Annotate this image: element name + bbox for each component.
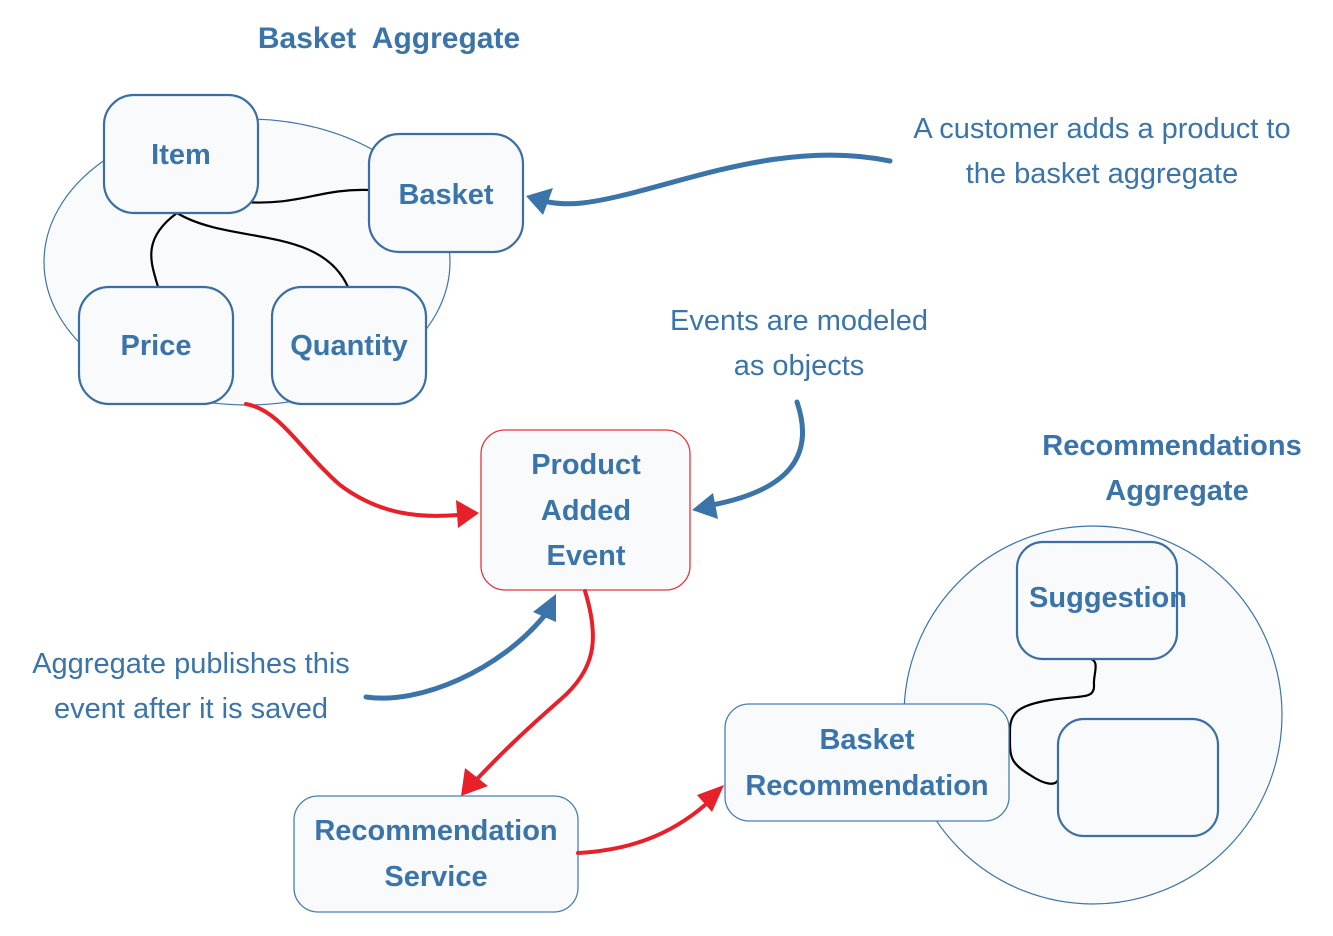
annotation-customer-adds-line1: A customer adds a product to [913,113,1290,145]
annotation-aggregate-publishes-line1: Aggregate publishes this [32,648,350,680]
node-basket-recommendation[interactable]: Basket Recommendation [724,703,1010,822]
node-quantity-label: Quantity [290,330,408,362]
node-event-line1: Product [531,449,641,481]
node-event-line3: Event [547,540,626,572]
node-suggestion[interactable]: Suggestion [1015,540,1187,661]
recommendations-aggregate-title-line1: Recommendations [1042,430,1301,462]
flow-service-to-basket-recommendation [576,803,707,855]
annotation-aggregate-publishes-line2: event after it is saved [54,693,328,725]
annotation-events-modeled-line2: as objects [734,350,865,382]
arrowhead-events-to-event [692,493,718,519]
flow-basket-to-event [244,402,460,518]
node-basket-recommendation-line2: Recommendation [745,770,988,802]
arrow-events-to-event [709,399,806,508]
basket-aggregate-title: Basket Aggregate [258,22,520,55]
arrow-publishes-to-event [363,612,548,701]
node-basket[interactable]: Basket [367,132,525,254]
node-price-label: Price [121,330,192,362]
node-basket-recommendation-line1: Basket [819,724,914,756]
node-recommendation-service[interactable]: Recommendation Service [293,795,579,913]
flowhead-basket-to-event [456,500,479,528]
node-quantity[interactable]: Quantity [270,285,428,406]
node-product-added-event[interactable]: Product Added Event [480,429,691,591]
node-basket-label: Basket [398,179,493,211]
node-service-line1: Recommendation [314,815,557,847]
flow-event-to-service [476,589,595,780]
node-basket-recommendation-box[interactable] [724,703,1010,822]
recommendations-aggregate-title-line2: Aggregate [1105,475,1248,507]
node-event-line2: Added [541,495,631,527]
ddd-diagram: Basket Aggregate Item Basket Price Quant… [32,22,1302,913]
node-unnamed-box[interactable] [1056,717,1220,838]
node-service-line2: Service [384,861,487,893]
annotation-customer-adds-line2: the basket aggregate [966,158,1238,190]
node-service-box[interactable] [293,795,579,913]
node-item-label: Item [151,139,211,171]
node-unnamed-box-rect[interactable] [1056,717,1220,838]
node-item[interactable]: Item [102,93,260,215]
node-suggestion-label: Suggestion [1029,582,1187,614]
arrow-customer-to-basket [545,152,893,207]
annotation-events-modeled-line1: Events are modeled [670,305,928,337]
node-price[interactable]: Price [77,285,235,406]
